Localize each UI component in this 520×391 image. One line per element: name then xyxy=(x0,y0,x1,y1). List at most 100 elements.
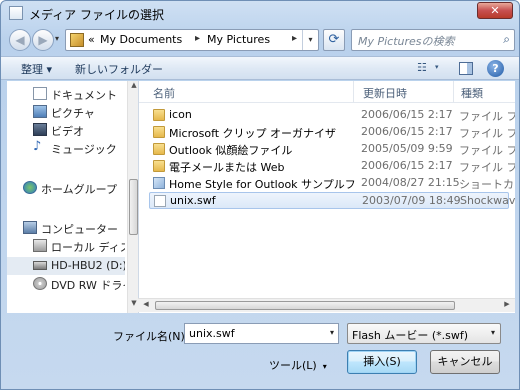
sidebar-item-label: ローカル ディス xyxy=(51,241,125,254)
breadcrumb-separator-icon[interactable]: ▸ xyxy=(292,33,297,44)
file-name: Home Style for Outlook サンプルファ... xyxy=(169,178,355,191)
help-icon[interactable]: ? xyxy=(487,60,504,77)
file-row[interactable]: Outlook 似顔絵ファイル 2005/05/09 9:59 ファイル フ xyxy=(149,141,515,158)
sidebar-item-music[interactable]: ♪ ミュージック xyxy=(7,139,125,157)
column-divider[interactable] xyxy=(353,81,354,103)
column-divider[interactable] xyxy=(453,81,454,103)
sidebar-item-label: ピクチャ xyxy=(51,107,95,120)
folder-icon xyxy=(153,109,165,121)
cancel-button[interactable]: キャンセル xyxy=(430,350,500,374)
preview-pane-icon[interactable] xyxy=(459,62,473,75)
sidebar-item-pictures[interactable]: ピクチャ xyxy=(7,103,125,121)
pictures-icon xyxy=(33,105,47,118)
file-type: ショートカッ xyxy=(459,178,515,191)
breadcrumb-separator-icon[interactable]: ▸ xyxy=(195,33,200,44)
sort-ascending-icon: ^ xyxy=(249,81,257,88)
filename-input[interactable]: unix.swf ▾ xyxy=(184,323,339,344)
music-icon: ♪ xyxy=(33,139,42,154)
sidebar-item-dvd-drive[interactable]: DVD RW ドライ xyxy=(7,275,125,293)
file-type-value: Flash ムービー (*.swf) xyxy=(352,329,468,342)
file-type: ファイル フ xyxy=(459,144,515,157)
file-type: ファイル フ xyxy=(459,161,515,174)
sidebar-item-label: HD-HBU2 (D:) xyxy=(51,259,125,272)
shortcut-icon xyxy=(153,177,165,189)
file-row[interactable]: 電子メールまたは Web 2006/06/15 2:17 ファイル フ xyxy=(149,158,515,175)
file-date: 2003/07/09 18:49 xyxy=(362,194,461,207)
forward-button[interactable]: ▶ xyxy=(32,29,54,51)
close-button[interactable]: ✕ xyxy=(477,2,513,19)
search-input[interactable]: My Picturesの検索 ⌕ xyxy=(351,29,515,51)
file-type-dropdown-icon[interactable]: ▾ xyxy=(491,328,495,337)
tools-menu-button[interactable]: ツール(L) ▾ xyxy=(269,357,327,373)
sidebar-item-local-disk[interactable]: ローカル ディス xyxy=(7,237,125,255)
file-date: 2004/08/27 21:15 xyxy=(361,176,460,189)
file-row[interactable]: Microsoft クリップ オーガナイザ 2006/06/15 2:17 ファ… xyxy=(149,124,515,141)
file-type: ファイル フ xyxy=(459,110,515,123)
computer-icon xyxy=(23,221,37,234)
address-dropdown-icon[interactable]: ▾ xyxy=(302,30,318,50)
refresh-button[interactable]: ⟳ xyxy=(323,29,345,51)
address-bar[interactable]: « My Documents ▸ My Pictures ▸ ▾ xyxy=(65,29,319,51)
sidebar-scroll-thumb[interactable] xyxy=(129,179,138,235)
file-name: Outlook 似顔絵ファイル xyxy=(169,144,293,157)
file-list: 名前 ^ 更新日時 種類 icon 2006/06/15 2:17 ファイル フ… xyxy=(138,81,515,313)
file-name: icon xyxy=(169,108,192,121)
sidebar-item-label: ドキュメント xyxy=(51,89,117,102)
search-icon[interactable]: ⌕ xyxy=(503,32,510,47)
sidebar-item-label: コンピューター xyxy=(41,223,118,236)
filename-label: ファイル名(N): xyxy=(113,330,189,343)
title-bar: メディア ファイルの選択 ✕ xyxy=(1,1,519,25)
views-icon[interactable]: ☷ xyxy=(417,61,433,75)
address-overflow-chevron[interactable]: « xyxy=(88,33,95,46)
recent-pages-dropdown-icon[interactable]: ▾ xyxy=(55,34,59,43)
sidebar-item-videos[interactable]: ビデオ xyxy=(7,121,125,139)
scroll-left-icon[interactable]: ◀ xyxy=(139,300,153,312)
scroll-right-icon[interactable]: ▶ xyxy=(500,300,514,312)
file-list-horizontal-scrollbar[interactable]: ◀ ▶ xyxy=(138,298,515,312)
horizontal-scroll-thumb[interactable] xyxy=(155,301,455,310)
organize-menu-button[interactable]: 整理 ▾ xyxy=(21,61,52,77)
sidebar-item-label: ミュージック xyxy=(51,143,117,156)
navigation-pane: ドキュメント ピクチャ ビデオ ♪ ミュージック ホームグループ コンピューター… xyxy=(7,81,139,313)
sidebar-item-label: ビデオ xyxy=(51,125,84,138)
file-name: Microsoft クリップ オーガナイザ xyxy=(169,127,337,140)
back-button[interactable]: ◀ xyxy=(9,29,31,51)
breadcrumb-my-pictures[interactable]: My Pictures xyxy=(207,33,270,46)
file-row-selected[interactable]: unix.swf 2003/07/09 18:49 Shockwave xyxy=(149,192,515,209)
file-date: 2006/06/15 2:17 xyxy=(361,108,453,121)
file-date: 2006/06/15 2:17 xyxy=(361,125,453,138)
search-placeholder: My Picturesの検索 xyxy=(358,35,455,48)
insert-button[interactable]: 挿入(S) xyxy=(347,350,417,374)
file-name: 電子メールまたは Web xyxy=(169,161,285,174)
column-header-name[interactable]: 名前 xyxy=(153,85,175,101)
window-title: メディア ファイルの選択 xyxy=(29,8,164,22)
file-date: 2005/05/09 9:59 xyxy=(361,142,453,155)
file-row[interactable]: icon 2006/06/15 2:17 ファイル フ xyxy=(149,107,515,124)
column-header-type[interactable]: 種類 xyxy=(461,85,483,101)
sidebar-item-documents[interactable]: ドキュメント xyxy=(7,85,125,103)
folder-icon xyxy=(153,160,165,172)
video-icon xyxy=(33,123,47,136)
sidebar-item-homegroup[interactable]: ホームグループ xyxy=(7,179,125,197)
breadcrumb-my-documents[interactable]: My Documents xyxy=(100,33,182,46)
sidebar-item-computer[interactable]: コンピューター xyxy=(7,219,125,237)
navigation-bar: ◀ ▶ ▾ « My Documents ▸ My Pictures ▸ ▾ ⟳… xyxy=(1,25,519,55)
sidebar-item-label: DVD RW ドライ xyxy=(51,279,125,292)
drive-icon xyxy=(33,261,47,270)
filename-dropdown-icon[interactable]: ▾ xyxy=(330,328,334,337)
swf-file-icon xyxy=(154,195,166,207)
homegroup-icon xyxy=(23,181,37,194)
dvd-icon xyxy=(33,277,47,290)
column-header-date[interactable]: 更新日時 xyxy=(363,85,407,101)
file-row[interactable]: Home Style for Outlook サンプルファ... 2004/08… xyxy=(149,175,515,192)
sidebar-item-hd-hbu2[interactable]: HD-HBU2 (D:) xyxy=(7,257,125,275)
file-type: ファイル フ xyxy=(459,127,515,140)
file-type-select[interactable]: Flash ムービー (*.swf) ▾ xyxy=(347,323,501,344)
folder-location-icon xyxy=(70,33,84,47)
column-header-row: 名前 ^ 更新日時 種類 xyxy=(139,81,515,103)
file-dialog-window: メディア ファイルの選択 ✕ ◀ ▶ ▾ « My Documents ▸ My… xyxy=(0,0,520,390)
file-name: unix.swf xyxy=(170,194,216,207)
views-dropdown-icon[interactable]: ▾ xyxy=(435,63,439,71)
new-folder-button[interactable]: 新しいフォルダー xyxy=(75,61,163,77)
dialog-icon xyxy=(9,6,23,20)
